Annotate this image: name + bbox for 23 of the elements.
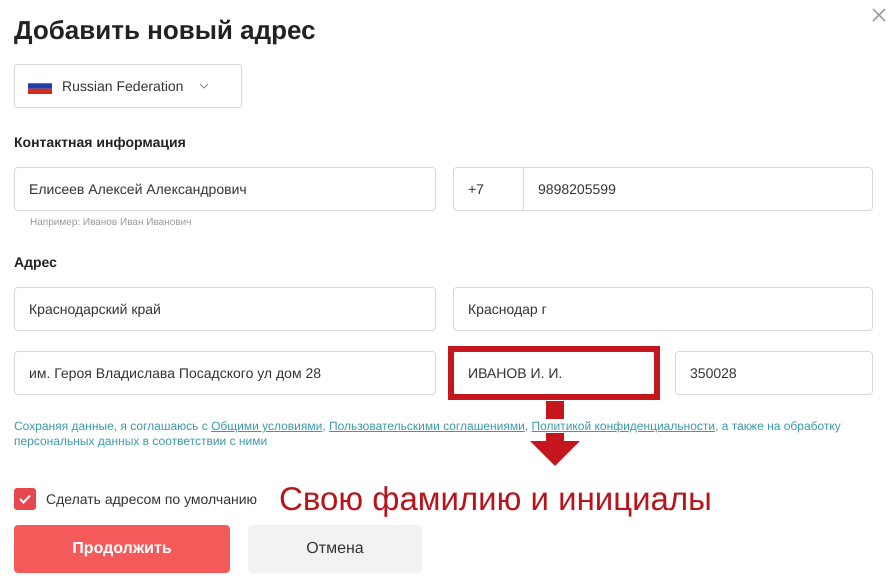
checkbox[interactable]	[14, 488, 36, 510]
phone-value: 9898205599	[537, 180, 617, 198]
text-field[interactable]: Елисеев Алексей Александрович	[14, 167, 436, 211]
annotation-text: Свою фамилию и инициалы	[279, 479, 712, 519]
phone-prefix: +7	[454, 168, 524, 210]
close-icon[interactable]	[872, 8, 886, 22]
text-field[interactable]: им. Героя Владислава Посадского ул дом 28	[14, 351, 436, 395]
text-field[interactable]: 350028	[675, 351, 873, 395]
text-field[interactable]: Краснодар г	[453, 287, 873, 331]
text-field[interactable]: Краснодарский край	[14, 287, 436, 331]
section-heading: Контактная информация	[14, 133, 187, 152]
section-heading: Адрес	[14, 253, 58, 272]
chevron-down-icon	[199, 83, 210, 89]
check-icon	[19, 494, 31, 504]
phone-field[interactable]: +7 9898205599	[453, 167, 873, 211]
country-select[interactable]: Russian Federation	[14, 64, 242, 108]
field-hint: Например: Иванов Иван Иванович	[30, 216, 192, 230]
flag-icon	[28, 78, 52, 94]
dialog-title: Добавить новый адрес	[14, 14, 316, 46]
cancel-button[interactable]: Отмена	[248, 525, 422, 573]
text-field[interactable]: ИВАНОВ И. И.	[453, 351, 655, 395]
consent-text: Сохраняя данные, я соглашаюсь с Общими условиями, Пользовательскими соглашениями, Политикой конфиденциальности, а также на обработку персональных данных в соответствии с ними	[14, 419, 842, 449]
checkbox-label: Сделать адресом по умолчанию	[46, 490, 258, 509]
